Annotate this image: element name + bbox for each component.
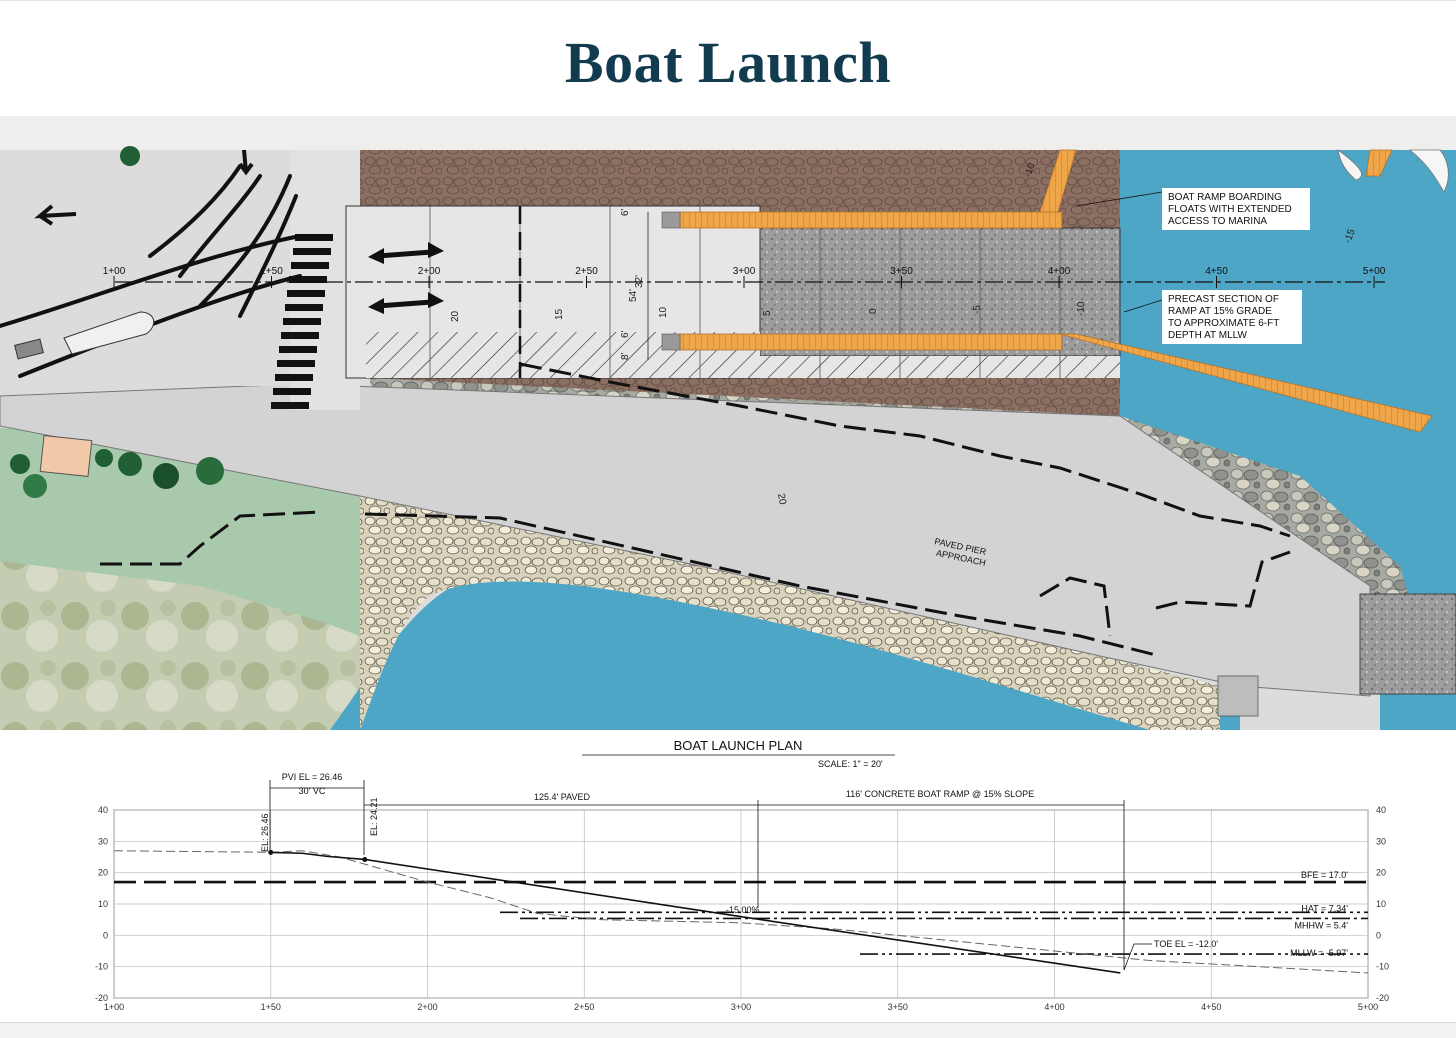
ramp-length-label: 116' CONCRETE BOAT RAMP @ 15% SLOPE: [846, 789, 1034, 799]
x-tick-label: 3+50: [888, 1002, 908, 1012]
float-end-block-north: [661, 211, 681, 229]
y-tick-label: 0: [103, 930, 108, 940]
pvi-label: PVI EL = 26.46: [282, 772, 342, 782]
boat-launch-profile: BOAT LAUNCH PLAN SCALE: 1" = 20' 40 40 30 3…: [0, 730, 1456, 1022]
el-label: EL: 24.21: [369, 797, 379, 836]
x-tick-label: 2+50: [574, 1002, 594, 1012]
x-tick-label: 4+00: [1044, 1002, 1064, 1012]
x-tick-label: 3+00: [731, 1002, 751, 1012]
y-tick-label: 30: [98, 836, 108, 846]
boarding-float-north: [679, 211, 1063, 229]
y-tick-label: -10: [95, 962, 108, 972]
station-label: 3+00: [733, 266, 756, 277]
slide-footer-strip: [0, 1022, 1456, 1038]
contour-label: -10: [1076, 301, 1087, 316]
evc-point: [362, 856, 368, 862]
x-tick-label: 2+00: [417, 1002, 437, 1012]
note-line: FLOATS WITH EXTENDED: [1168, 204, 1292, 215]
note-line: RAMP AT 15% GRADE: [1168, 306, 1272, 317]
station-label: 2+00: [418, 266, 441, 277]
water-level-label: BFE = 17.0': [1301, 870, 1348, 880]
water-level-label: MLLW = -5.97': [1290, 948, 1348, 958]
x-tick-label: 5+00: [1358, 1002, 1378, 1012]
y-tick-label: -10: [1376, 962, 1389, 972]
lower-hatch-strip: [760, 356, 1120, 378]
page-title: Boat Launch: [564, 30, 892, 95]
y-tick-label: 40: [98, 805, 108, 815]
water-level-label: MHHW = 5.4': [1295, 920, 1349, 930]
water-level-label: HAT = 7.34': [1301, 903, 1348, 913]
boarding-float-south: [679, 333, 1063, 351]
dimension-label: 54': [628, 289, 639, 302]
x-tick-label: 1+00: [104, 1002, 124, 1012]
pier-landing: [1217, 675, 1259, 717]
station-label: 2+50: [575, 266, 598, 277]
note-line: DEPTH AT MLLW: [1168, 330, 1247, 341]
y-tick-label: 20: [1376, 868, 1386, 878]
plan-top-band: [0, 116, 1456, 150]
plan-title: BOAT LAUNCH PLAN: [674, 738, 803, 753]
scale-label: SCALE: 1" = 20': [818, 759, 883, 769]
station-label: 4+50: [1205, 266, 1228, 277]
x-tick-label: 4+50: [1201, 1002, 1221, 1012]
x-tick-label: 1+50: [261, 1002, 281, 1012]
note-line: ACCESS TO MARINA: [1168, 216, 1267, 227]
picnic-shelter: [39, 435, 93, 477]
boat-launch-plan-view: 1+00 1+50 2+00 2+50 3+00 3+50 4+00 4+50 5+00: [0, 116, 1456, 730]
y-tick-label: 0: [1376, 930, 1381, 940]
dimension-label: 6': [620, 330, 631, 338]
paved-length-label: 125.4' PAVED: [534, 792, 590, 802]
dimension-label: 32': [634, 275, 645, 288]
station-label: 5+00: [1363, 266, 1386, 277]
y-tick-label: 40: [1376, 805, 1386, 815]
station-label: 4+00: [1048, 266, 1071, 277]
note-line: TO APPROXIMATE 6-FT: [1168, 318, 1279, 329]
riprap-abutment: [1359, 593, 1456, 695]
station-label: 3+50: [890, 266, 913, 277]
float-end-block-south: [661, 333, 681, 351]
contour-label: 10: [658, 306, 669, 318]
contour-label: -5: [972, 305, 983, 314]
note-line: PRECAST SECTION OF: [1168, 294, 1279, 305]
station-label: 1+00: [103, 266, 126, 277]
y-tick-label: 10: [98, 899, 108, 909]
slope-label: -15.00%: [726, 905, 760, 915]
note-line: BOAT RAMP BOARDING: [1168, 192, 1282, 203]
title-bar: Boat Launch: [0, 0, 1456, 117]
toe-elevation-label: TOE EL = -12.0': [1154, 939, 1218, 949]
y-tick-label: 10: [1376, 899, 1386, 909]
profile-annotations: PVI EL = 26.46 30' VC 125.4' PAVED 116' …: [260, 772, 1218, 971]
contour-label: 20: [450, 310, 461, 322]
dimension-label: 6': [620, 208, 631, 216]
el-label: EL: 26.46: [260, 813, 270, 852]
y-tick-label: 30: [1376, 836, 1386, 846]
profile-grid: [113, 809, 1369, 999]
dimension-label: 8': [620, 352, 631, 360]
contour-label: 0: [868, 308, 879, 314]
y-tick-label: 20: [98, 868, 108, 878]
contour-label: 15: [554, 308, 565, 320]
vertical-curve-label: 30' VC: [299, 786, 326, 796]
contour-label: 5: [762, 310, 773, 316]
